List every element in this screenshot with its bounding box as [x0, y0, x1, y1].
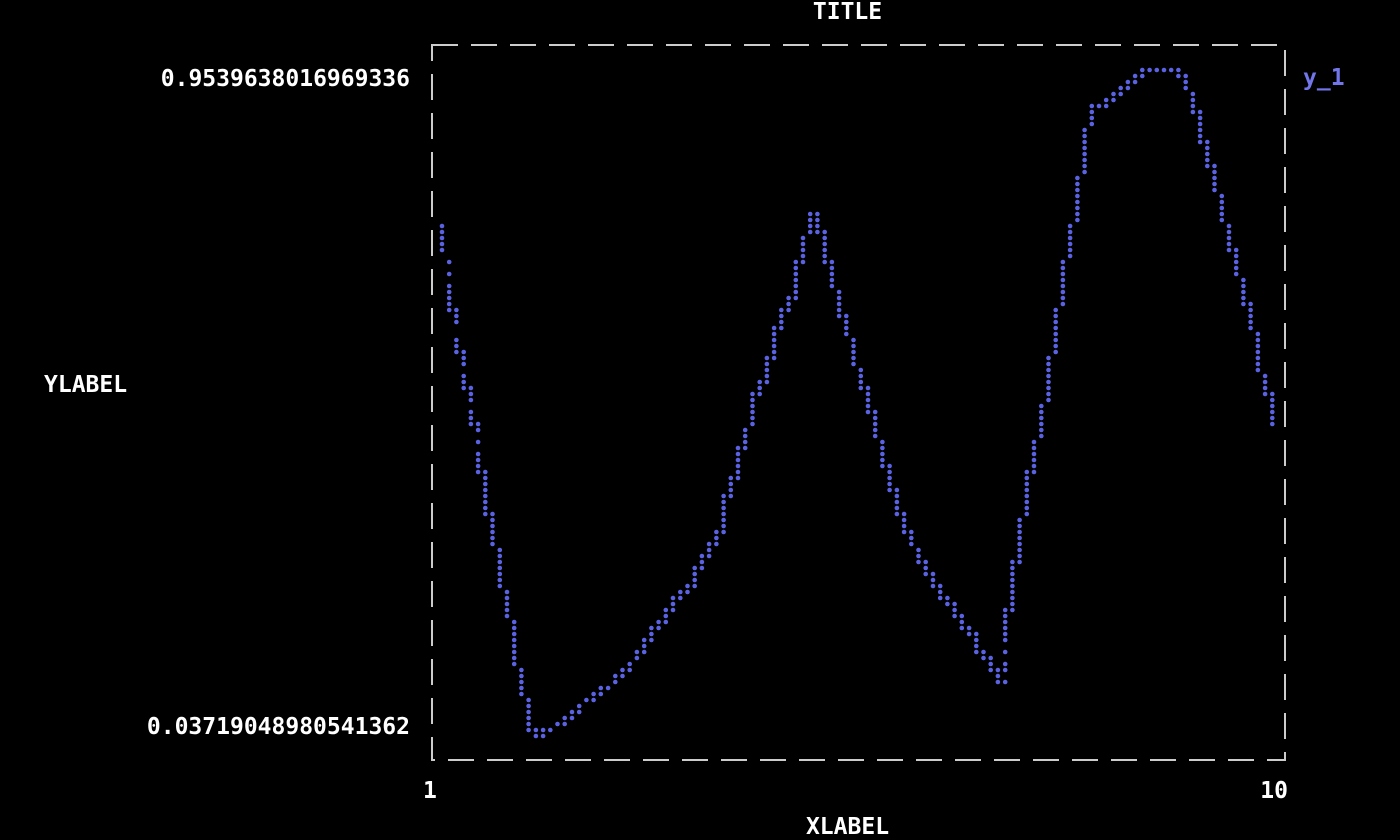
y-axis-max-tick-label: 0.9539638016969336 [0, 67, 410, 91]
legend-series-label: y_1 [1303, 66, 1345, 90]
plot-border [432, 45, 1285, 760]
terminal-plot-screen: TITLE 0.9539638016969336 0.0371904898054… [0, 0, 1400, 840]
x-axis-max-tick-label: 10 [1158, 779, 1288, 803]
plot-canvas [431, 44, 1286, 761]
x-axis-label: XLABEL [420, 815, 1275, 839]
y-axis-min-tick-label: 0.03719048980541362 [0, 715, 410, 739]
scatter-series-y1 [440, 68, 1275, 739]
x-axis-min-tick-label: 1 [423, 779, 437, 803]
y-axis-label: YLABEL [44, 373, 127, 397]
plot-title: TITLE [420, 0, 1275, 24]
